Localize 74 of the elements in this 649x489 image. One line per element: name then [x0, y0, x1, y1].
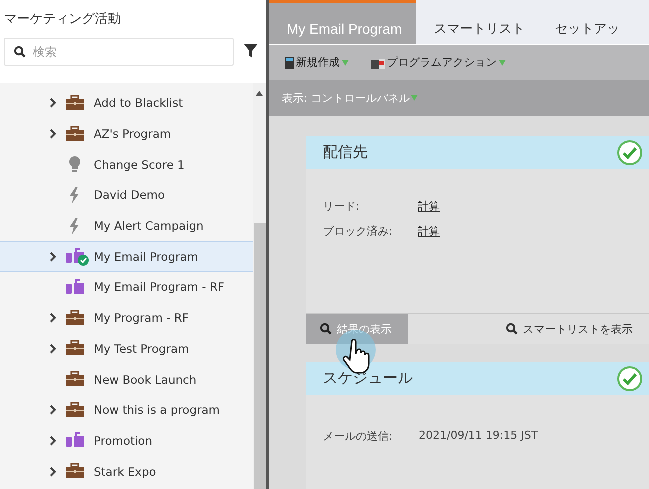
caret-icon	[342, 60, 349, 66]
chevron-icon[interactable]	[50, 344, 57, 354]
chevron-icon[interactable]	[50, 436, 57, 446]
tree-item[interactable]: My Email Program	[0, 241, 253, 272]
item-label: Stark Expo	[94, 464, 156, 479]
lightning-icon	[70, 186, 79, 204]
filter-icon[interactable]	[244, 44, 258, 58]
item-label: Promotion	[94, 434, 153, 448]
field-label: リード:	[323, 199, 361, 214]
search-icon	[320, 323, 332, 335]
field-label: ブロック済み:	[323, 224, 394, 239]
tree-item[interactable]: My Email Program - RF	[0, 272, 253, 303]
toolbar-menu[interactable]: プログラムアクション	[371, 55, 506, 70]
item-label: My Email Program - RF	[94, 280, 225, 294]
tree-item[interactable]: Promotion	[0, 426, 253, 456]
tree-item[interactable]: Add to Blacklist	[0, 88, 253, 119]
briefcase-icon	[66, 463, 84, 478]
calculate-link[interactable]: 計算	[418, 224, 440, 239]
briefcase-icon	[66, 95, 84, 110]
item-label: My Email Program	[94, 250, 198, 264]
search-icon	[506, 323, 518, 335]
mailbox-icon	[371, 56, 385, 68]
field-label: メールの送信:	[323, 429, 394, 444]
search-field[interactable]: 検索	[4, 38, 234, 66]
tree-item[interactable]: AZ's Program	[0, 118, 253, 150]
lightning-icon	[70, 218, 79, 235]
search-icon	[14, 46, 26, 58]
tree-item[interactable]: Stark Expo	[0, 456, 253, 487]
chevron-icon[interactable]	[50, 313, 57, 324]
item-label: My Program - RF	[94, 311, 189, 326]
card-title: スケジュール	[323, 369, 413, 388]
panel-title: マーケティング活動	[3, 11, 122, 28]
field-value: 2021/09/11 19:15 JST	[419, 429, 538, 444]
tree-item[interactable]: My Alert Campaign	[0, 210, 253, 242]
mailbox-icon	[66, 432, 84, 448]
item-label: Now this is a program	[94, 403, 220, 418]
item-label: David Demo	[94, 188, 166, 202]
scroll-up-icon[interactable]	[256, 91, 263, 96]
tree-item[interactable]: Change Score 1	[0, 149, 253, 180]
tree-item[interactable]: New Book Launch	[0, 364, 253, 395]
item-label: AZ's Program	[94, 127, 172, 142]
chevron-icon[interactable]	[50, 466, 57, 477]
check-icon	[617, 366, 643, 392]
tab[interactable]: スマートリスト	[416, 0, 544, 44]
briefcase-icon	[66, 126, 84, 141]
tree-item[interactable]: My Program - RF	[0, 302, 253, 334]
briefcase-icon	[66, 310, 84, 325]
item-label: Add to Blacklist	[94, 96, 184, 110]
item-label: Change Score 1	[94, 158, 185, 172]
chevron-icon[interactable]	[50, 252, 57, 262]
tree-item[interactable]: My Test Program	[0, 334, 253, 364]
document-icon	[285, 56, 294, 68]
mailbox-icon	[66, 278, 84, 294]
tab[interactable]: セットアッ	[543, 0, 620, 44]
chevron-icon[interactable]	[50, 129, 57, 140]
briefcase-icon	[66, 371, 84, 386]
briefcase-icon	[66, 402, 84, 417]
card-title: 配信先	[323, 143, 368, 162]
item-label: New Book Launch	[94, 372, 197, 387]
item-label: My Alert Campaign	[94, 219, 204, 234]
check-icon	[617, 140, 643, 166]
view-button[interactable]: スマートリストを表示	[492, 314, 649, 344]
tree-item[interactable]: David Demo	[0, 180, 253, 211]
item-label: My Test Program	[94, 342, 190, 356]
calculate-link[interactable]: 計算	[418, 199, 440, 214]
chevron-icon[interactable]	[50, 98, 57, 108]
caret-icon	[499, 60, 506, 66]
caret-icon	[411, 95, 418, 101]
chevron-icon[interactable]	[50, 405, 57, 416]
scrollbar-thumb[interactable]	[254, 223, 266, 489]
toolbar-menu[interactable]: 新規作成	[285, 55, 349, 70]
lightbulb-icon	[70, 156, 80, 172]
briefcase-icon	[66, 340, 84, 356]
tree-item[interactable]: Now this is a program	[0, 394, 253, 426]
